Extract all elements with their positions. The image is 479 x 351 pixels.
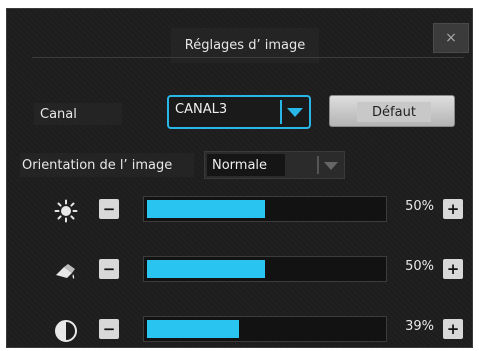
- chevron-down-icon[interactable]: [324, 162, 338, 170]
- contrast-value: 39%: [405, 319, 434, 334]
- saturation-slider[interactable]: [143, 256, 387, 282]
- contrast-row: − 39% +: [0, 316, 479, 346]
- saturation-row: − 50% +: [0, 256, 479, 286]
- brightness-increase-button[interactable]: +: [443, 199, 463, 219]
- default-button-label: Défaut: [357, 102, 431, 122]
- select-divider: [280, 100, 282, 124]
- plus-icon: +: [446, 199, 460, 218]
- orientation-select-value: Normale: [207, 154, 285, 176]
- contrast-decrease-button[interactable]: −: [99, 319, 119, 339]
- channel-label: Canal: [34, 103, 122, 125]
- saturation-slider-fill: [147, 260, 265, 278]
- orientation-label: Orientation de l’ image: [20, 153, 194, 177]
- contrast-slider[interactable]: [143, 316, 387, 342]
- saturation-decrease-button[interactable]: −: [99, 259, 119, 279]
- close-button[interactable]: ×: [433, 23, 469, 53]
- select-divider: [317, 156, 319, 174]
- orientation-select[interactable]: Normale: [204, 151, 345, 179]
- channel-select[interactable]: CANAL3: [167, 95, 311, 129]
- saturation-increase-button[interactable]: +: [443, 259, 463, 279]
- saturation-value: 50%: [405, 259, 434, 274]
- contrast-slider-fill: [147, 320, 239, 338]
- default-button[interactable]: Défaut: [329, 95, 455, 127]
- minus-icon: −: [102, 319, 116, 338]
- minus-icon: −: [102, 259, 116, 278]
- brightness-decrease-button[interactable]: −: [99, 199, 119, 219]
- close-icon: ×: [445, 30, 457, 46]
- channel-select-value: CANAL3: [175, 102, 228, 117]
- minus-icon: −: [102, 199, 116, 218]
- contrast-icon: [54, 319, 78, 343]
- sun-icon: [54, 199, 78, 223]
- title-divider: [32, 57, 464, 58]
- plus-icon: +: [446, 259, 460, 278]
- plus-icon: +: [446, 319, 460, 338]
- brightness-slider-fill: [147, 200, 265, 218]
- chevron-down-icon[interactable]: [287, 108, 303, 117]
- brightness-row: − 50% +: [0, 196, 479, 226]
- paint-bucket-icon: [54, 259, 78, 283]
- brightness-value: 50%: [405, 199, 434, 214]
- brightness-slider[interactable]: [143, 196, 387, 222]
- contrast-increase-button[interactable]: +: [443, 319, 463, 339]
